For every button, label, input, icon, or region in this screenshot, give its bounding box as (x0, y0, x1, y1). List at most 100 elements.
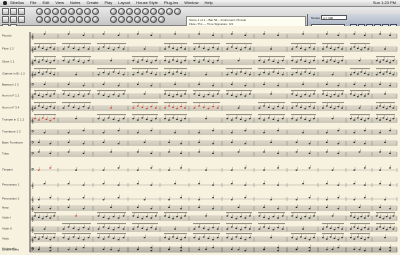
zoom-out-icon[interactable] (92, 16, 99, 23)
note-head (184, 215, 186, 217)
note-head (102, 169, 105, 171)
playback-window-icon[interactable] (68, 8, 75, 15)
note-head (37, 94, 40, 96)
note-head (363, 34, 366, 36)
note-head (82, 197, 85, 199)
parts-icon[interactable] (92, 8, 99, 15)
note-head (244, 227, 247, 229)
note-head (244, 120, 247, 122)
menu-sibelius[interactable]: Sibelius (10, 0, 24, 6)
plugin-icon[interactable] (158, 16, 165, 23)
chord-icon[interactable] (126, 16, 133, 23)
note-head (353, 141, 356, 143)
note-head (244, 197, 247, 199)
key-signature-icon[interactable] (158, 8, 165, 15)
text-icon[interactable] (118, 16, 125, 23)
rehearsal-icon[interactable] (142, 16, 149, 23)
menu-view[interactable]: View (55, 0, 64, 6)
instruments-icon[interactable] (126, 8, 133, 15)
note-head (270, 141, 272, 143)
note-head (337, 152, 340, 154)
note-head (341, 93, 343, 95)
print-icon[interactable] (2, 16, 9, 23)
note-head (230, 183, 233, 185)
note-head (107, 117, 110, 119)
undo-icon[interactable] (10, 16, 17, 23)
menu-house-style[interactable]: House Style (136, 0, 158, 6)
menu-plug-ins[interactable]: Plug-ins (164, 0, 178, 6)
navigator-icon[interactable] (36, 8, 43, 15)
symbols-icon[interactable] (110, 16, 117, 23)
panorama-icon[interactable] (52, 16, 59, 23)
note-head (302, 83, 304, 85)
note-head (49, 62, 52, 64)
ideas-icon[interactable] (84, 8, 91, 15)
note-head (230, 119, 233, 121)
note-head (304, 237, 307, 239)
menu-play[interactable]: Play (104, 0, 112, 6)
properties-icon[interactable] (60, 8, 67, 15)
note-head (389, 85, 391, 87)
note-head (136, 61, 139, 63)
find-icon[interactable] (76, 16, 83, 23)
note-head (87, 93, 90, 95)
open-icon[interactable] (10, 8, 17, 15)
menu-notes[interactable]: Notes (70, 0, 80, 6)
video-icon[interactable] (76, 8, 83, 15)
keypad-icon[interactable] (44, 8, 51, 15)
note-head (248, 228, 251, 230)
note-head (212, 239, 214, 241)
note-head (277, 72, 279, 74)
time-signature-icon[interactable] (166, 8, 173, 15)
save-icon[interactable] (18, 8, 25, 15)
note-head (325, 132, 328, 134)
tempo-icon[interactable] (134, 16, 141, 23)
graphic-icon[interactable] (150, 16, 157, 23)
note-head (263, 216, 265, 218)
note-head (97, 118, 100, 120)
menu-help[interactable]: Help (205, 0, 213, 6)
note-head (325, 183, 328, 185)
note-head (267, 106, 270, 108)
zoom-in-icon[interactable] (84, 16, 91, 23)
menu-window[interactable]: Window (184, 0, 198, 6)
note-head (67, 238, 70, 240)
menu-layout[interactable]: Layout (118, 0, 130, 6)
note-head (295, 216, 298, 218)
note-head (277, 167, 279, 169)
note-head (304, 49, 307, 51)
note-head (235, 117, 238, 119)
tempo-field[interactable]: q = 100 (321, 15, 347, 20)
note-head (207, 94, 210, 96)
layout-icon[interactable] (110, 8, 117, 15)
note-head (239, 118, 242, 120)
note-head (97, 215, 100, 217)
note-head (110, 151, 112, 153)
menu-file[interactable]: File (30, 0, 36, 6)
note-head (333, 229, 336, 231)
full-screen-icon[interactable] (60, 16, 67, 23)
clef-icon[interactable] (150, 8, 157, 15)
note-head (97, 237, 100, 239)
new-icon[interactable] (2, 8, 9, 15)
score-view[interactable]: Piccolo 𝄞 Flute 1 2 𝄞 Oboe 1 2 𝄞 Clarinet in B… (0, 26, 400, 255)
staff-icon[interactable] (134, 8, 141, 15)
style-icon[interactable] (118, 8, 125, 15)
note-head (136, 216, 139, 218)
redo-icon[interactable] (18, 16, 25, 23)
menu-create[interactable]: Create (86, 0, 98, 6)
note-head (341, 107, 343, 109)
apple-menu-icon[interactable] (3, 1, 7, 5)
mixer-icon[interactable] (52, 8, 59, 15)
lines-icon[interactable] (174, 8, 181, 15)
note-head (353, 83, 356, 85)
filter-icon[interactable] (68, 16, 75, 23)
note-head (353, 94, 356, 96)
menu-edit[interactable]: Edit (42, 0, 49, 6)
note-head (353, 226, 356, 228)
bars-icon[interactable] (142, 8, 149, 15)
note-head (150, 85, 153, 87)
focus-icon[interactable] (36, 16, 43, 23)
transpose-icon[interactable] (44, 16, 51, 23)
view-buttons (110, 8, 184, 24)
